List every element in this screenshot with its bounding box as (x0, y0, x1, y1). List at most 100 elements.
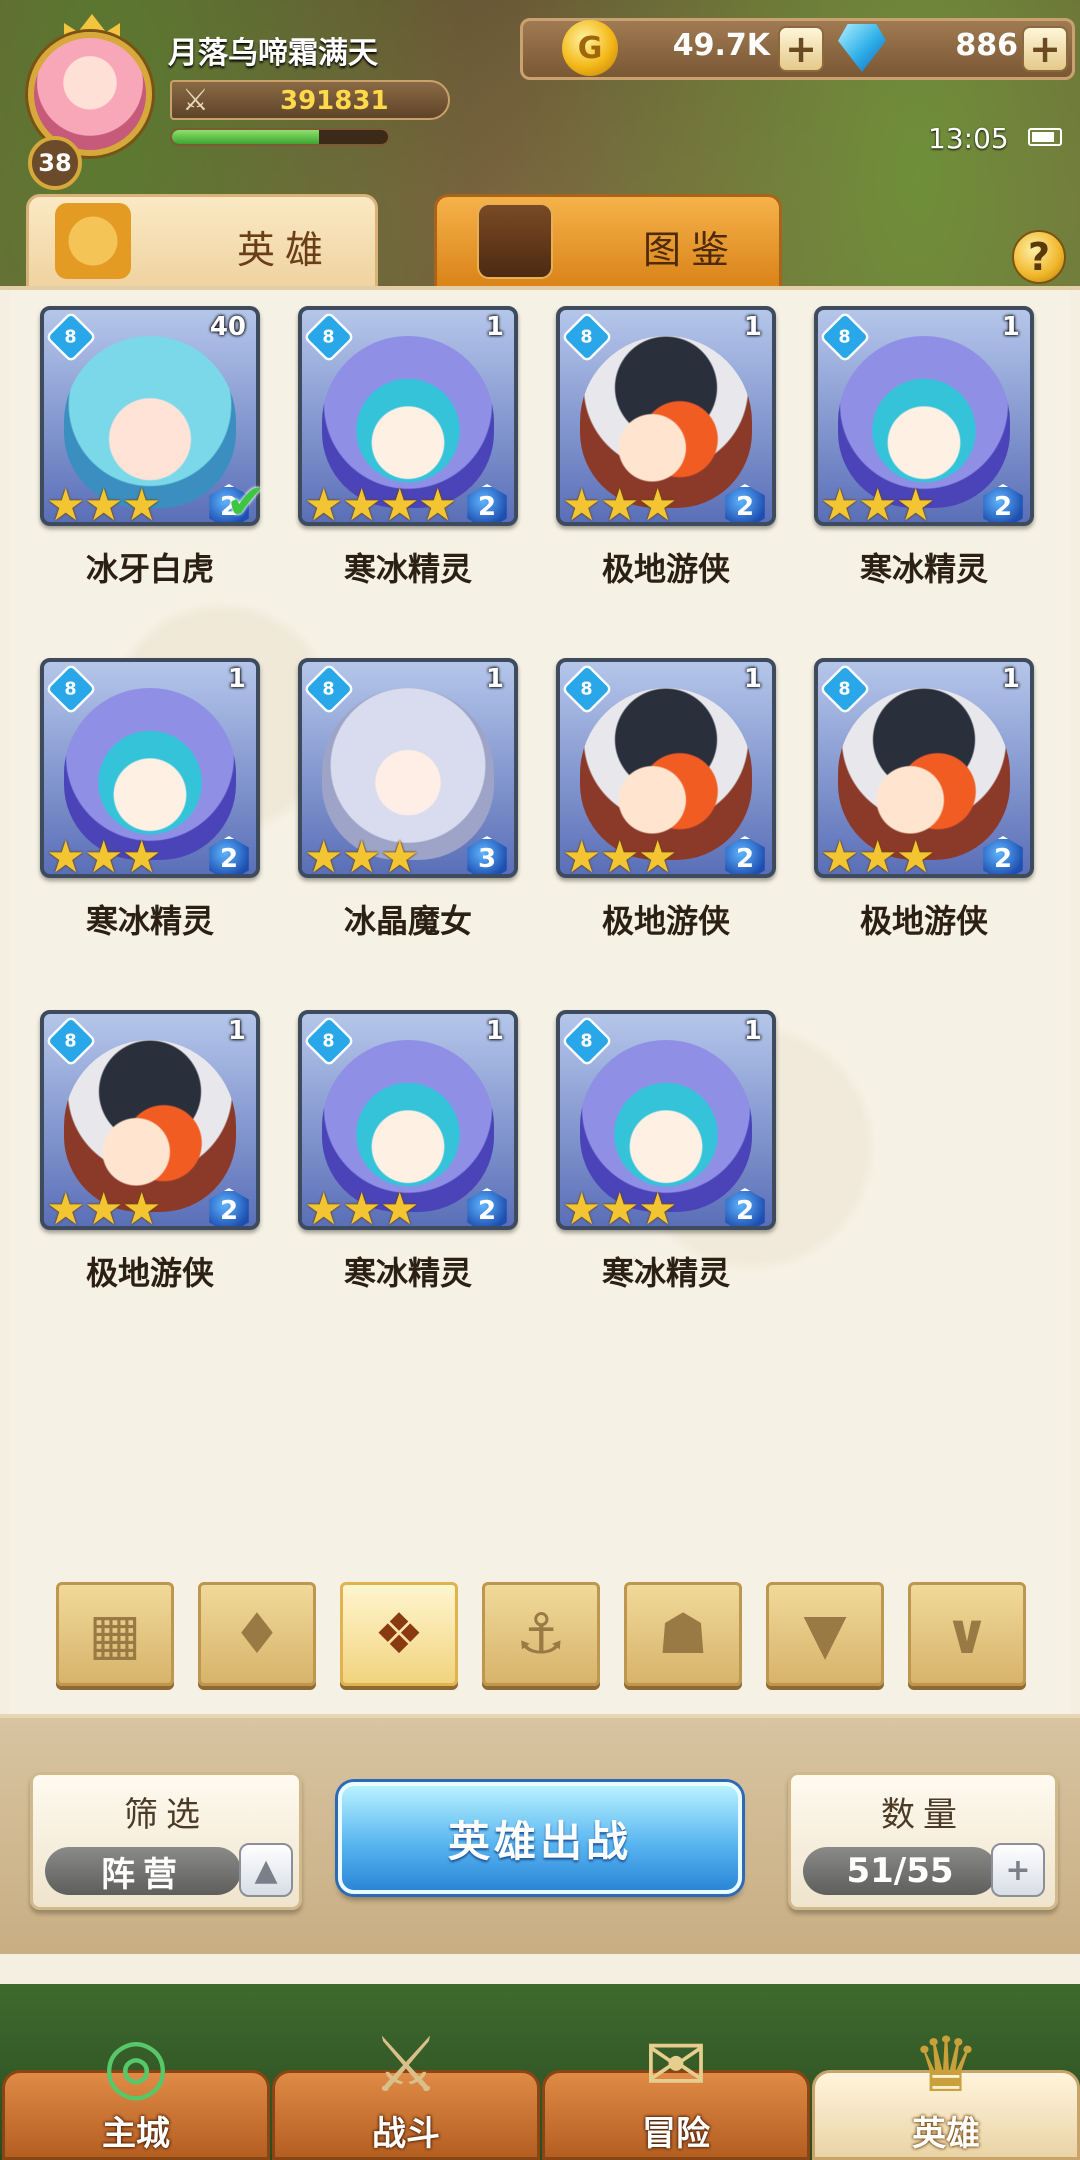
star-rating: ★ ★ ★ (46, 480, 161, 526)
ice-faction-icon: 8 (44, 310, 98, 364)
hero-grade-badge: 2 (209, 836, 249, 874)
ice-faction-icon: 8 (302, 310, 356, 364)
star-icon: ★ (820, 480, 860, 526)
star-icon: ★ (46, 832, 86, 878)
hero-card[interactable]: 8 1 ★ ★ ★ 2 极地游侠 (556, 658, 776, 948)
hero-name: 寒冰精灵 (601, 1254, 730, 1292)
filter-dropdown[interactable]: 阵营 (45, 1847, 241, 1895)
star-icon: ★ (342, 832, 382, 878)
star-icon: ★ (122, 832, 162, 878)
faction-filter-grid-all[interactable]: ▦ (56, 1582, 174, 1686)
hero-card[interactable]: 8 1 ★ ★ ★ 2 极地游侠 (556, 306, 776, 596)
capacity-title: 数量 (881, 1795, 965, 1835)
star-icon: ★ (600, 1184, 640, 1230)
faction-filter-beast-faction[interactable]: ☗ (624, 1582, 742, 1686)
hero-level: 1 (743, 312, 762, 342)
hero-name: 极地游侠 (85, 1254, 214, 1292)
castle-gate-icon: ◎ (102, 2019, 170, 2109)
hero-card[interactable]: 8 1 ★ ★ ★ 2 极地游侠 (40, 1010, 260, 1300)
star-icon: ★ (418, 480, 458, 526)
star-icon: ★ (46, 480, 86, 526)
star-rating: ★ ★ ★ ★ (304, 480, 457, 526)
hero-name: 极地游侠 (601, 902, 730, 940)
hero-name: 极地游侠 (859, 902, 988, 940)
hero-portrait: 8 1 ★ ★ ★ 3 (298, 658, 518, 878)
star-icon: ★ (638, 480, 678, 526)
nav-battle[interactable]: ⚔ 战斗 (272, 2020, 540, 2160)
star-rating: ★ ★ ★ (304, 1184, 419, 1230)
demon-faction-icon: ▼ (803, 1601, 847, 1667)
faction-filter-anchor-faction[interactable]: ⚓ (482, 1582, 600, 1686)
hero-card[interactable]: 8 1 ★ ★ ★ 3 冰晶魔女 (298, 658, 518, 948)
nav-heroes[interactable]: ♛ 英雄 (812, 2020, 1080, 2160)
hero-grid-area: 8 40 ★ ★ ★ 2 ✔ 冰牙白虎 8 1 ★ ★ ★ ★ 2 寒冰精灵 8 1 ★ ★ ★ 2 极地游侠 8 1 ★ ★ ★ 2 寒… (10, 290, 1070, 1720)
player-avatar[interactable]: 38 (10, 14, 170, 190)
star-icon: ★ (304, 832, 344, 878)
combat-power-value: 391831 (280, 86, 389, 116)
ice-faction-icon: 8 (560, 662, 614, 716)
hero-card[interactable]: 8 1 ★ ★ ★ ★ 2 寒冰精灵 (298, 306, 518, 596)
tab-heroes[interactable]: 英雄 (26, 194, 378, 290)
add-gems-button[interactable]: + (1022, 26, 1068, 72)
magnifier-book-icon (477, 203, 553, 279)
faction-filter-demon-faction[interactable]: ▼ (766, 1582, 884, 1686)
hero-name: 寒冰精灵 (859, 550, 988, 588)
hero-grade-badge: 2 (725, 484, 765, 522)
nav-battle-label: 战斗 (372, 2114, 440, 2154)
nav-adventure-label: 冒险 (642, 2114, 710, 2154)
tab-catalog-label: 图鉴 (643, 228, 740, 272)
nav-adventure[interactable]: ✉ 冒险 (542, 2020, 810, 2160)
hero-helmet-icon: ♛ (911, 2019, 981, 2109)
hero-grade-badge: 2 (725, 836, 765, 874)
capacity-value: 51/55 (803, 1847, 997, 1895)
star-icon: ★ (84, 1184, 124, 1230)
help-button[interactable]: ? (1012, 230, 1066, 284)
hero-portrait: 8 1 ★ ★ ★ 2 (556, 306, 776, 526)
nav-main-city[interactable]: ◎ 主城 (2, 2020, 270, 2160)
star-icon: ★ (820, 832, 860, 878)
hero-card[interactable]: 8 1 ★ ★ ★ 2 寒冰精灵 (814, 306, 1034, 596)
hero-level: 1 (485, 1016, 504, 1046)
hero-card[interactable]: 8 40 ★ ★ ★ 2 ✔ 冰牙白虎 (40, 306, 266, 596)
star-icon: ★ (342, 480, 382, 526)
flame-faction-icon: ♦ (231, 1601, 283, 1667)
ice-faction-icon: 8 (560, 310, 614, 364)
gold-coin-icon: G (562, 20, 618, 76)
ice-faction-icon: 8 (44, 1014, 98, 1068)
hero-grade-badge: 3 (467, 836, 507, 874)
hero-portrait: 8 1 ★ ★ ★ 2 (556, 1010, 776, 1230)
star-rating: ★ ★ ★ (820, 480, 935, 526)
crossed-swords-icon: ⚔ (182, 83, 209, 118)
hero-level: 1 (227, 1016, 246, 1046)
tab-catalog[interactable]: 图鉴 (434, 194, 782, 290)
hero-card[interactable]: 8 1 ★ ★ ★ 2 寒冰精灵 (298, 1010, 518, 1300)
hero-card[interactable]: 8 1 ★ ★ ★ 2 极地游侠 (814, 658, 1034, 948)
faction-filter-flame-faction[interactable]: ♦ (198, 1582, 316, 1686)
hero-card[interactable]: 8 1 ★ ★ ★ 2 寒冰精灵 (40, 658, 260, 948)
map-scroll-icon: ✉ (644, 2019, 708, 2109)
faction-filter-ice-faction[interactable]: ❖ (340, 1582, 458, 1686)
star-icon: ★ (304, 1184, 344, 1230)
filter-expand-button[interactable]: ▲ (239, 1843, 293, 1897)
star-rating: ★ ★ ★ (304, 832, 419, 878)
hero-card[interactable]: 8 1 ★ ★ ★ 2 寒冰精灵 (556, 1010, 776, 1300)
ice-faction-icon: 8 (302, 1014, 356, 1068)
battery-icon (1028, 128, 1062, 146)
ice-faction-icon: 8 (302, 662, 356, 716)
hero-grade-badge: 2 (725, 1188, 765, 1226)
star-icon: ★ (380, 480, 420, 526)
gold-amount: 49.7K (672, 28, 770, 63)
hero-name: 寒冰精灵 (343, 1254, 472, 1292)
star-rating: ★ ★ ★ (562, 484, 677, 523)
deploy-heroes-button[interactable]: 英雄出战 (338, 1782, 742, 1894)
hero-level: 40 (209, 312, 246, 342)
ice-faction-icon: ❖ (373, 1601, 425, 1667)
hero-level: 1 (1001, 664, 1020, 694)
hero-grade-badge: 2 (209, 1188, 249, 1226)
faction-filter-wing-faction[interactable]: ∨ (908, 1582, 1026, 1686)
expand-capacity-button[interactable]: + (991, 1843, 1045, 1897)
star-rating: ★ ★ ★ (562, 832, 677, 878)
star-icon: ★ (600, 832, 640, 878)
hero-level: 1 (485, 312, 504, 342)
add-gold-button[interactable]: + (778, 26, 824, 72)
